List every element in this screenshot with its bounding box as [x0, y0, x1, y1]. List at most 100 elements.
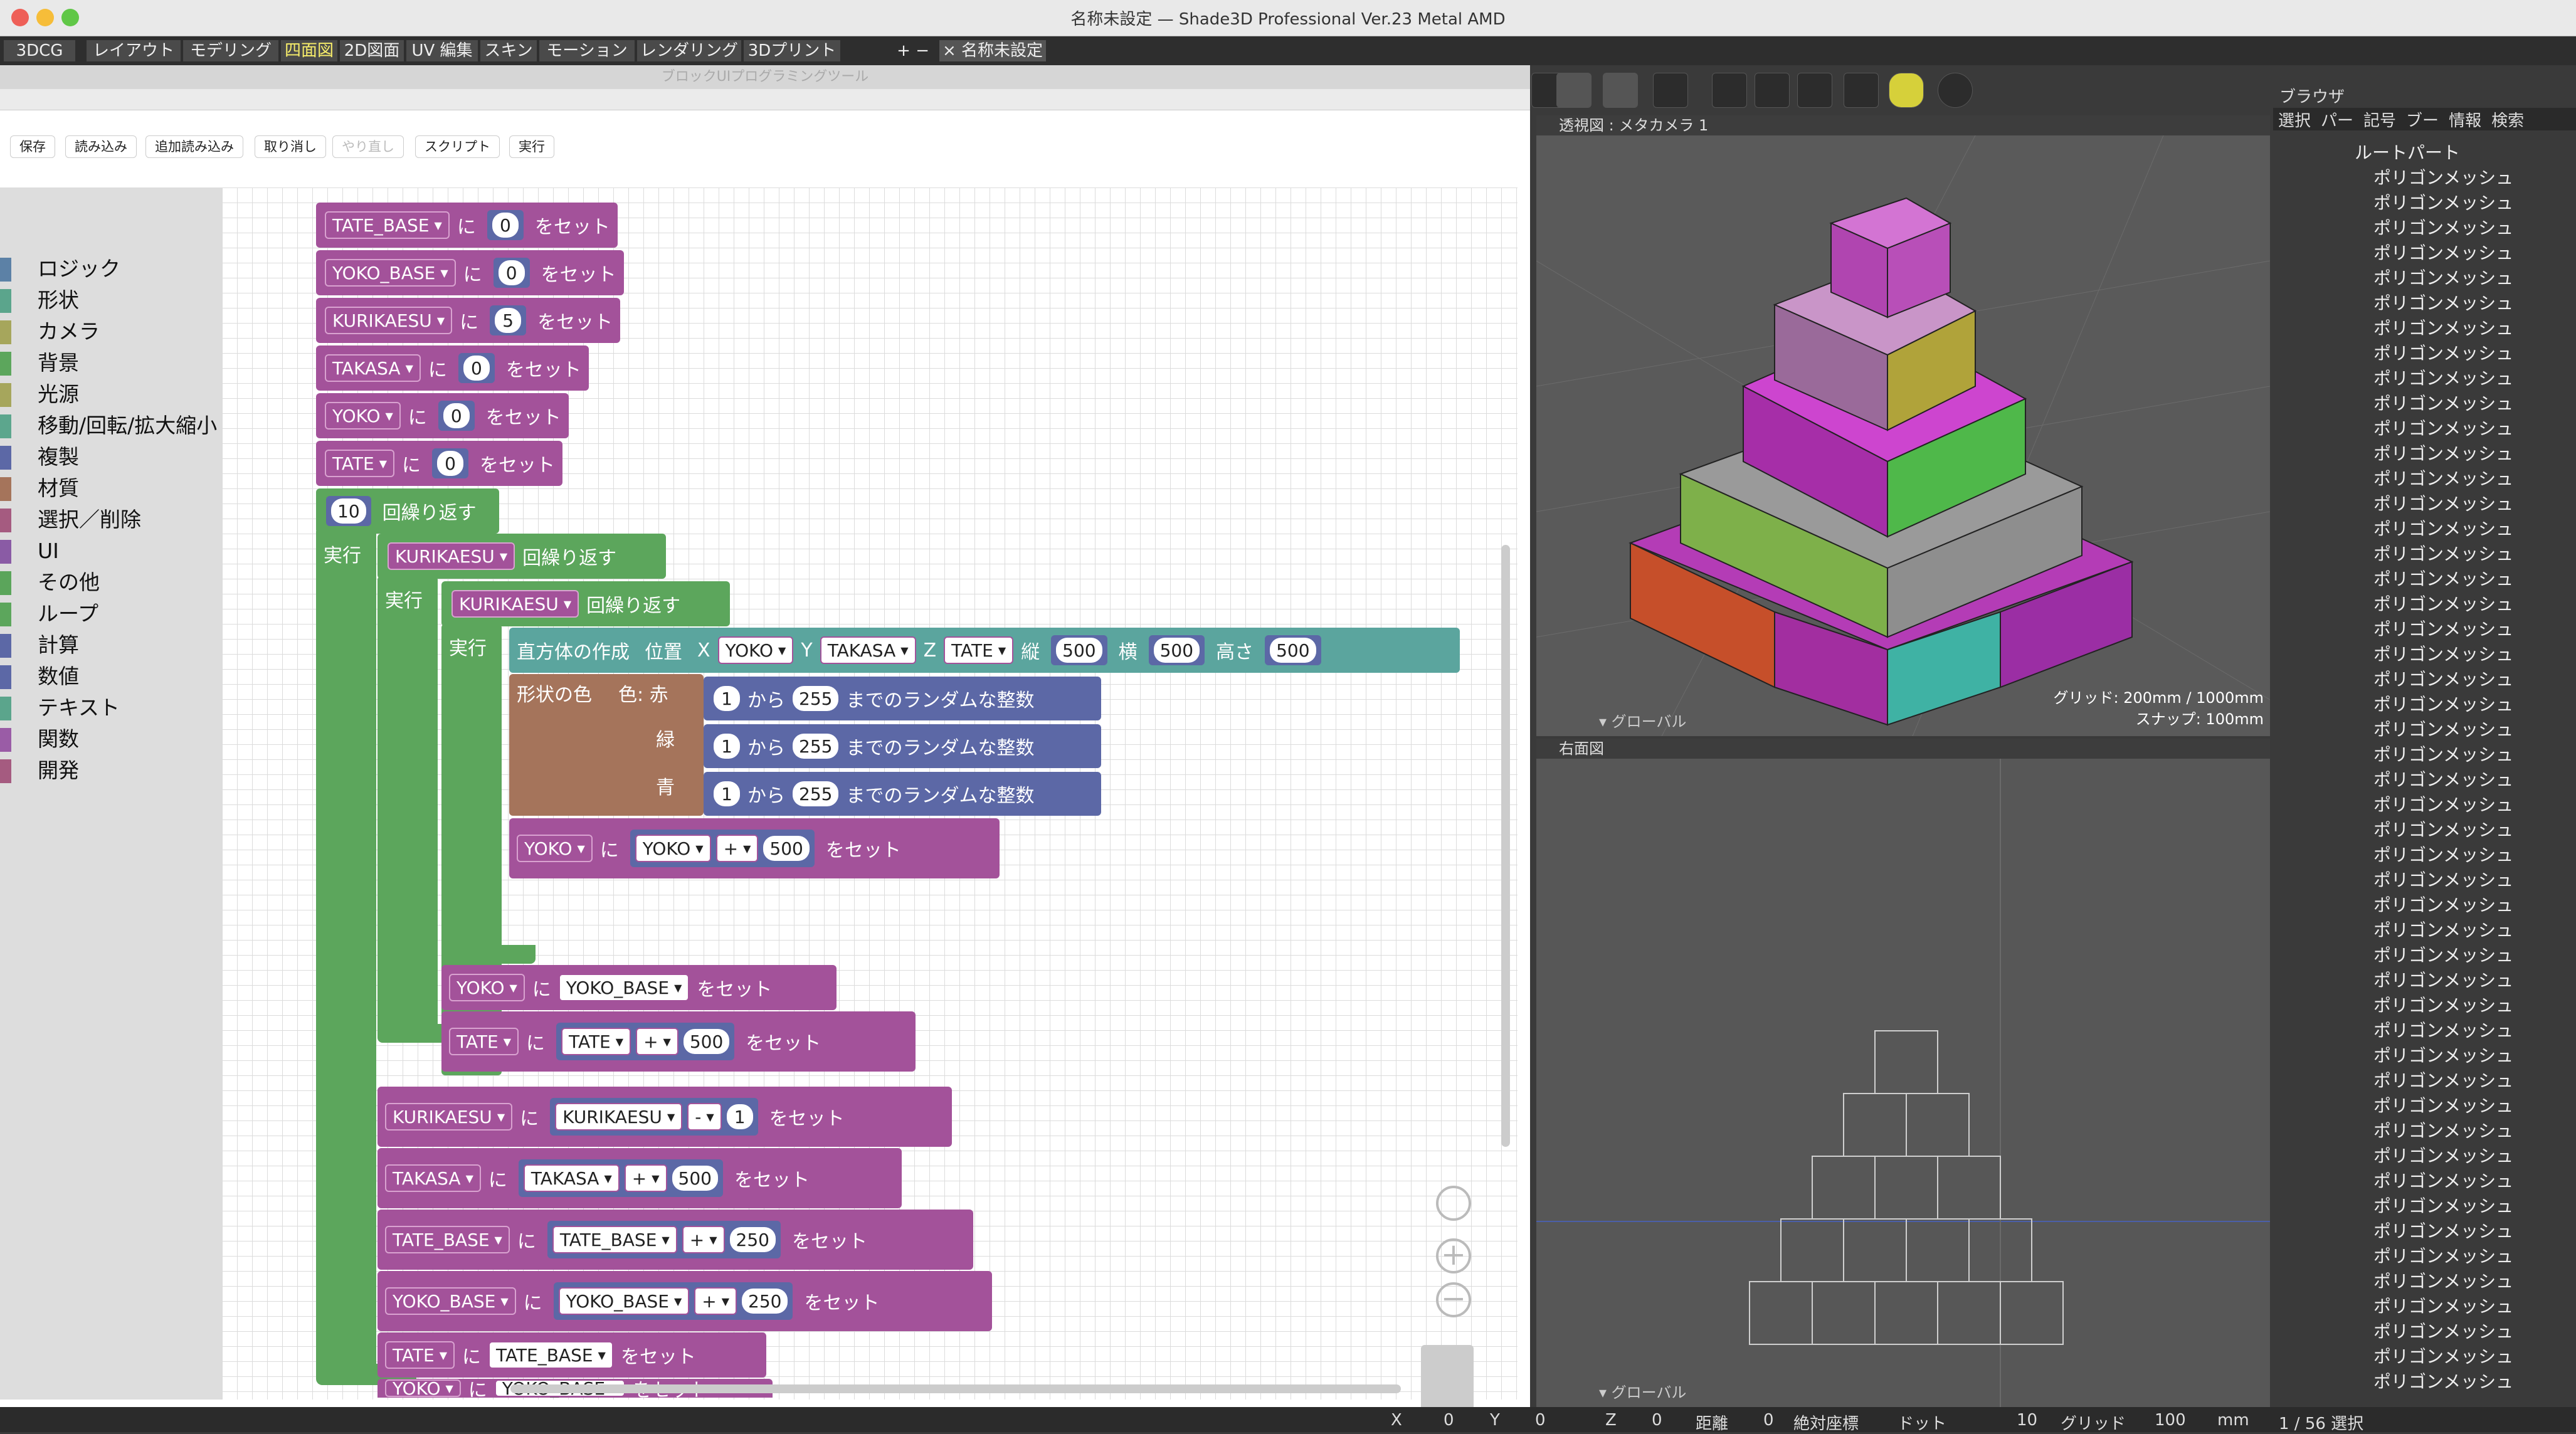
unit-label[interactable]: mm [2217, 1411, 2249, 1430]
tab-four-view[interactable]: 四面図 [281, 40, 339, 61]
axis-mode-label[interactable]: ▾ グローバル [1599, 709, 1686, 731]
category-light[interactable]: 光源 [0, 381, 222, 408]
operator-dropdown[interactable]: - ▼ [687, 1103, 722, 1131]
tool-icon-3[interactable] [1603, 73, 1638, 108]
operand-dropdown[interactable]: TATE_BASE ▼ [552, 1226, 677, 1253]
browser-tab-search[interactable]: 検索 [2486, 108, 2529, 130]
number-field[interactable]: 5 [495, 308, 522, 333]
browser-list-item[interactable]: ポリゴンメッシュ [2273, 1144, 2576, 1169]
browser-list-item[interactable]: ポリゴンメッシュ [2273, 1269, 2576, 1294]
browser-list-item[interactable]: ポリゴンメッシュ [2273, 517, 2576, 542]
tab-motion[interactable]: モーション [539, 40, 636, 61]
browser-list-item[interactable]: ポリゴンメッシュ [2273, 1344, 2576, 1369]
browser-list-item[interactable]: ポリゴンメッシュ [2273, 993, 2576, 1018]
value-dropdown[interactable]: YOKO_BASE ▼ [558, 974, 690, 1001]
browser-list-item[interactable]: ポリゴンメッシュ [2273, 667, 2576, 692]
operand-dropdown[interactable]: YOKO ▼ [635, 835, 711, 862]
tab-add-remove[interactable]: + − [843, 40, 938, 61]
to-field[interactable]: 255 [793, 686, 839, 711]
browser-list-item[interactable]: ポリゴンメッシュ [2273, 191, 2576, 216]
coordinate-mode[interactable]: 絶対座標 [1793, 1411, 1859, 1434]
tab-3d-print[interactable]: 3Dプリント [744, 40, 842, 61]
tab-uv-edit[interactable]: UV 編集 [406, 40, 479, 61]
repeat-block-mid[interactable]: KURIKAESU ▼ 回繰り返す [377, 534, 666, 579]
to-field[interactable]: 255 [793, 781, 839, 806]
number-field[interactable]: 500 [672, 1166, 718, 1191]
category-logic[interactable]: ロジック [0, 255, 222, 283]
set-kurikaesu-block[interactable]: KURIKAESU ▼ に KURIKAESU ▼ - ▼ 1 をセット [377, 1087, 952, 1147]
browser-list-item[interactable]: ポリゴンメッシュ [2273, 266, 2576, 291]
category-shape[interactable]: 形状 [0, 287, 222, 314]
browser-list-item[interactable]: ポリゴンメッシュ [2273, 767, 2576, 793]
create-cube-block[interactable]: 直方体の作成 位置 X YOKO ▼ Y TAKASA ▼ Z TATE ▼ 縦 50… [509, 628, 1460, 673]
browser-list-item[interactable]: ポリゴンメッシュ [2273, 166, 2576, 191]
operand-dropdown[interactable]: KURIKAESU ▼ [555, 1103, 683, 1131]
tab-3dcg[interactable]: 3DCG [4, 40, 77, 61]
browser-list-item[interactable]: ポリゴンメッシュ [2273, 843, 2576, 868]
set-block[interactable]: KURIKAESU ▼ に 5 をセット [316, 298, 621, 343]
z-variable-dropdown[interactable]: TATE ▼ [944, 636, 1014, 664]
browser-list-item[interactable]: ポリゴンメッシュ [2273, 291, 2576, 316]
variable-dropdown[interactable]: TAKASA ▼ [325, 354, 421, 382]
tab-2d-drawing[interactable]: 2D図面 [340, 40, 405, 61]
category-loop[interactable]: ループ [0, 600, 222, 628]
zoom-in-icon[interactable]: + [1436, 1238, 1471, 1273]
number-field[interactable]: 0 [443, 403, 470, 428]
number-field[interactable]: 0 [498, 260, 525, 285]
set-block[interactable]: YOKO ▼ に 0 をセット [316, 393, 569, 438]
block-workspace[interactable]: TATE_BASE ▼ に 0 をセット YOKO_BASE ▼ に 0 をセット KURIKA… [222, 187, 1518, 1410]
category-camera[interactable]: カメラ [0, 318, 222, 345]
browser-list-item[interactable]: ポリゴンメッシュ [2273, 1219, 2576, 1244]
browser-list-item[interactable]: ポリゴンメッシュ [2273, 1194, 2576, 1219]
browser-list-item[interactable]: ポリゴンメッシュ [2273, 341, 2576, 366]
save-button[interactable]: 保存 [10, 135, 55, 158]
perspective-viewport[interactable]: 透視図 : メタカメラ 1 グリッド: 200mm / 1000mm スナップ:… [1536, 115, 2270, 736]
repeat-block-outer[interactable]: 10 回繰り返す [316, 488, 499, 534]
browser-list-item[interactable]: ポリゴンメッシュ [2273, 391, 2576, 416]
browser-list-item[interactable]: ポリゴンメッシュ [2273, 416, 2576, 441]
browser-list-item[interactable]: ポリゴンメッシュ [2273, 642, 2576, 667]
redo-button[interactable]: やり直し [332, 135, 404, 158]
category-duplicate[interactable]: 複製 [0, 443, 222, 471]
from-field[interactable]: 1 [714, 686, 740, 711]
browser-list-item[interactable]: ポリゴンメッシュ [2273, 1018, 2576, 1043]
browser-list-item[interactable]: ポリゴンメッシュ [2273, 1043, 2576, 1068]
browser-list-item[interactable]: ポリゴンメッシュ [2273, 366, 2576, 391]
browser-list-item[interactable]: ポリゴンメッシュ [2273, 1169, 2576, 1194]
browser-list-item[interactable]: ポリゴンメッシュ [2273, 717, 2576, 742]
category-material[interactable]: 材質 [0, 475, 222, 502]
browser-list-item[interactable]: ポリゴンメッシュ [2273, 542, 2576, 567]
center-view-icon[interactable] [1436, 1186, 1471, 1221]
browser-list-item[interactable]: ポリゴンメッシュ [2273, 1119, 2576, 1144]
browser-list-item[interactable]: ポリゴンメッシュ [2273, 567, 2576, 592]
browser-list-item[interactable]: ポリゴンメッシュ [2273, 1294, 2576, 1319]
browser-list-item[interactable]: ポリゴンメッシュ [2273, 818, 2576, 843]
number-field[interactable]: 10 [331, 498, 366, 524]
right-viewport[interactable]: 右面図 ▾ グローバル [1536, 739, 2270, 1407]
variable-dropdown[interactable]: TATE_BASE ▼ [325, 211, 450, 239]
tool-icon-10[interactable] [1938, 73, 1973, 108]
depth-field[interactable]: 500 [1056, 638, 1102, 663]
category-number[interactable]: 数値 [0, 663, 222, 690]
category-develop[interactable]: 開発 [0, 757, 222, 784]
category-math[interactable]: 計算 [0, 631, 222, 659]
tab-rendering[interactable]: レンダリング [637, 40, 742, 61]
variable-dropdown[interactable]: KURIKAESU ▼ [388, 542, 515, 570]
value-dropdown[interactable]: TATE_BASE ▼ [488, 1341, 613, 1369]
browser-list-item[interactable]: ポリゴンメッシュ [2273, 868, 2576, 893]
set-tate-base-block[interactable]: TATE_BASE ▼ に TATE_BASE ▼ + ▼ 250 をセット [377, 1210, 973, 1270]
browser-list-item[interactable]: ポリゴンメッシュ [2273, 592, 2576, 617]
set-tate-reset-block[interactable]: TATE ▼ に TATE_BASE ▼ をセット [377, 1332, 766, 1378]
number-field[interactable]: 250 [729, 1227, 776, 1252]
tool-icon-7[interactable] [1797, 73, 1832, 108]
browser-list-item[interactable]: ポリゴンメッシュ [2273, 742, 2576, 767]
x-variable-dropdown[interactable]: YOKO ▼ [717, 636, 794, 664]
zoom-out-icon[interactable]: − [1436, 1282, 1471, 1317]
horizontal-scrollbar[interactable] [510, 1384, 1401, 1393]
set-yoko-block[interactable]: YOKO ▼ に YOKO ▼ + ▼ 500 をセット [509, 818, 1000, 878]
random-int-block-green[interactable]: 1 から 255 までのランダムな整数 [704, 724, 1101, 768]
browser-tab-symbol[interactable]: 記号 [2358, 108, 2401, 130]
variable-dropdown[interactable]: KURIKAESU ▼ [325, 307, 453, 334]
browser-list-item[interactable]: ポリゴンメッシュ [2273, 918, 2576, 943]
browser-list-item[interactable]: ポリゴンメッシュ [2273, 692, 2576, 717]
